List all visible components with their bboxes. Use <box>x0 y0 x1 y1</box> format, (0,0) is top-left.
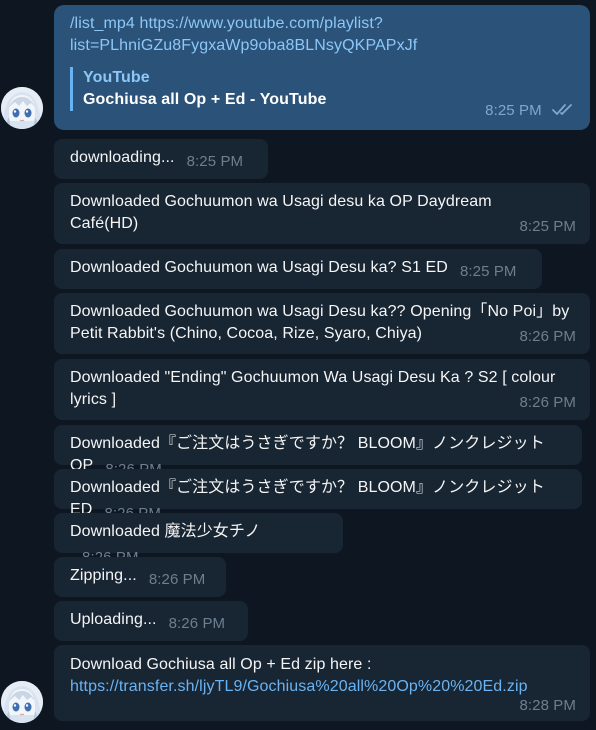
incoming-message-with-link[interactable]: Download Gochiusa all Op + Ed zip here :… <box>54 645 590 721</box>
message-time: 8:25 PM <box>459 263 517 280</box>
message-time: 8:28 PM <box>519 697 576 714</box>
message-time: 8:25 PM <box>485 100 576 122</box>
incoming-message[interactable]: downloading... 8:25 PM <box>54 139 268 179</box>
message-text: Downloaded Gochuumon wa Usagi Desu ka?? … <box>70 303 570 342</box>
message-text: Downloaded Gochuumon wa Usagi desu ka OP… <box>70 193 492 232</box>
incoming-message[interactable]: Downloaded『ご注文はうさぎですか？ BLOOM』ノンクレジットOP8:… <box>54 425 582 478</box>
message-time-text: 8:25 PM <box>485 102 542 119</box>
outgoing-command-message[interactable]: /list_mp4 https://www.youtube.com/playli… <box>54 5 590 130</box>
message-time: 8:26 PM <box>519 394 576 411</box>
message-time: 8:25 PM <box>519 218 576 235</box>
incoming-message[interactable]: Downloaded Gochuumon wa Usagi desu ka OP… <box>54 183 590 244</box>
message-text: Zipping... <box>70 567 137 584</box>
message-time: 8:26 PM <box>148 571 206 588</box>
message-text: Downloaded "Ending" Gochuumon Wa Usagi D… <box>70 369 556 408</box>
message-text: Downloaded 魔法少女チノ <box>70 523 261 540</box>
preview-site-name: YouTube <box>83 69 150 86</box>
message-text: Download Gochiusa all Op + Ed zip here : <box>70 656 372 673</box>
incoming-message[interactable]: Downloaded Gochuumon wa Usagi Desu ka?? … <box>54 293 590 354</box>
incoming-message[interactable]: Downloaded Gochuumon wa Usagi Desu ka? S… <box>54 249 542 289</box>
command-text[interactable]: /list_mp4 https://www.youtube.com/playli… <box>70 13 574 57</box>
message-time: 8:26 PM <box>519 328 576 345</box>
message-text: Uploading... <box>70 611 157 628</box>
message-text: downloading... <box>70 149 175 166</box>
incoming-message[interactable]: Downloaded 魔法少女チノ8:26 PM <box>54 513 343 566</box>
sender-avatar[interactable] <box>1 681 43 723</box>
command-text-line-1[interactable]: /list_mp4 https://www.youtube.com/playli… <box>70 13 574 35</box>
incoming-message[interactable]: Uploading... 8:26 PM <box>54 601 248 641</box>
download-link[interactable]: https://transfer.sh/ljyTL9/Gochiusa%20al… <box>70 676 574 698</box>
message-text: Downloaded Gochuumon wa Usagi Desu ka? S… <box>70 259 448 276</box>
incoming-message[interactable]: Downloaded "Ending" Gochuumon Wa Usagi D… <box>54 359 590 420</box>
double-check-icon <box>552 104 572 115</box>
sender-avatar[interactable] <box>1 87 43 129</box>
message-time: 8:26 PM <box>168 615 226 632</box>
incoming-message[interactable]: Downloaded『ご注文はうさぎですか？ BLOOM』ノンクレジットED8:… <box>54 469 582 522</box>
chat-history: /list_mp4 https://www.youtube.com/playli… <box>0 0 596 730</box>
anime-girl-avatar-icon <box>1 87 43 129</box>
anime-girl-avatar-icon <box>1 681 43 723</box>
message-time: 8:25 PM <box>186 153 244 170</box>
command-text-line-2[interactable]: list=PLhniGZu8FygxaWp9oba8BLNsyQKPAPxJf <box>70 35 574 57</box>
incoming-message[interactable]: Zipping... 8:26 PM <box>54 557 226 597</box>
